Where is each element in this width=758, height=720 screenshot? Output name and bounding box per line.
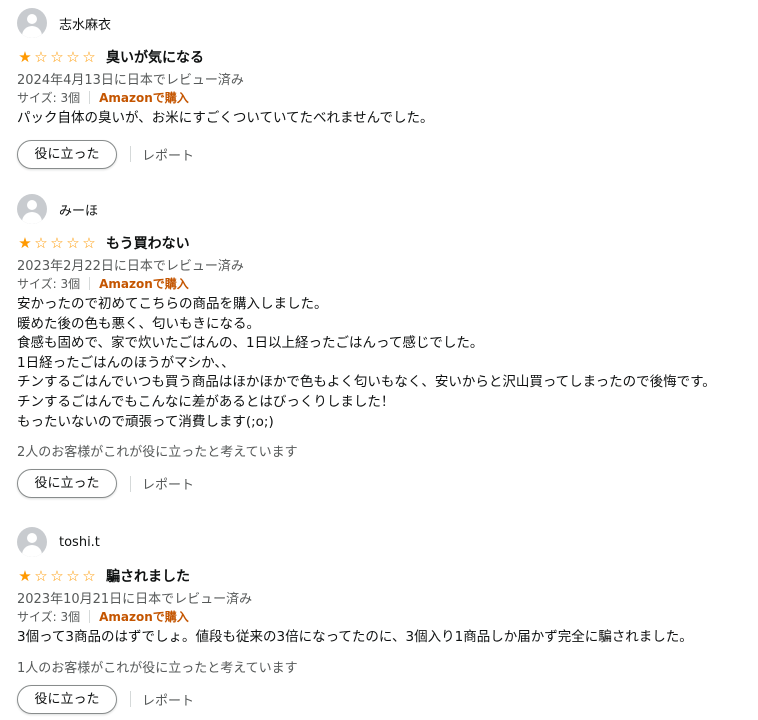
verified-purchase-badge: Amazonで購入 xyxy=(99,609,189,624)
report-link[interactable]: レポート xyxy=(142,474,194,493)
review-body-line: 3個って3商品のはずでしょ。値段も従来の3倍になってたのに、3個入り1商品しか届… xyxy=(17,629,693,645)
star-outline-icon: ☆ xyxy=(50,234,64,252)
review-body-line: チンするごはんでいつも買う商品はほかほかで色もよく匂いもなく、安いからと沢山買っ… xyxy=(17,374,716,391)
review-title[interactable]: もう買わない xyxy=(106,233,190,253)
star-filled-icon: ★ xyxy=(18,234,32,252)
review-body-line: 暖めた後の色も悪く、匂いもきになる。 xyxy=(17,315,260,332)
star-outline-icon: ☆ xyxy=(34,567,48,585)
helpful-button[interactable]: 役に立った xyxy=(17,139,117,169)
reviewer-name[interactable]: 志水麻衣 xyxy=(59,14,111,33)
review-body-line: 1日経ったごはんのほうがマシか、、 xyxy=(17,354,235,371)
divider xyxy=(89,276,91,290)
star-outline-icon: ☆ xyxy=(66,234,80,252)
star-rating[interactable]: ★ ☆ ☆ ☆ ☆ xyxy=(17,49,97,65)
reviewer-name[interactable]: みーほ xyxy=(59,200,98,219)
reviewer-name[interactable]: toshi.t xyxy=(59,535,100,550)
divider xyxy=(89,609,91,623)
review-body-line: 安かったので初めてこちらの商品を購入しました。 xyxy=(17,296,328,312)
divider xyxy=(130,475,131,492)
review-body: 3個って3商品のはずでしょ。値段も従来の3倍になってたのに、3個入り1商品しか届… xyxy=(17,628,747,648)
star-outline-icon: ☆ xyxy=(50,48,64,66)
star-outline-icon: ☆ xyxy=(66,567,80,585)
star-outline-icon: ☆ xyxy=(50,567,64,585)
default-avatar-icon xyxy=(17,527,47,557)
review-date: 2023年2月22日に日本でレビュー済み xyxy=(17,259,244,274)
star-filled-icon: ★ xyxy=(18,48,32,66)
star-outline-icon: ☆ xyxy=(34,234,48,252)
helpful-button[interactable]: 役に立った xyxy=(17,684,117,714)
review-body: 安かったので初めてこちらの商品を購入しました。 暖めた後の色も悪く、匂いもきになる… xyxy=(17,295,747,432)
reviewer-profile[interactable]: toshi.t xyxy=(17,526,747,558)
review-body: パック自体の臭いが、お米にすごくついていてたべれませんでした。 xyxy=(17,109,747,129)
star-outline-icon: ☆ xyxy=(66,48,80,66)
review: みーほ ★ ☆ ☆ ☆ ☆ もう買わない 2023年2月22日に日本でレビュー済み サイ… xyxy=(17,193,747,499)
helpful-count: 1人のお客様がこれが役に立ったと考えています xyxy=(17,660,298,676)
star-outline-icon: ☆ xyxy=(34,48,48,66)
divider xyxy=(130,691,131,708)
review: toshi.t ★ ☆ ☆ ☆ ☆ 騙されました 2023年10月21日に日本でレビュー… xyxy=(17,526,747,714)
star-outline-icon: ☆ xyxy=(82,234,96,252)
review-date: 2024年4月13日に日本でレビュー済み xyxy=(17,73,244,88)
helpful-count: 2人のお客様がこれが役に立ったと考えています xyxy=(17,445,298,461)
review-title[interactable]: 臭いが気になる xyxy=(106,47,204,67)
default-avatar-icon xyxy=(17,194,47,224)
divider xyxy=(89,90,91,104)
report-link[interactable]: レポート xyxy=(142,690,194,709)
helpful-button[interactable]: 役に立った xyxy=(17,469,117,499)
reviewer-profile[interactable]: 志水麻衣 xyxy=(17,7,747,39)
report-link[interactable]: レポート xyxy=(142,145,194,164)
reviewer-profile[interactable]: みーほ xyxy=(17,193,747,225)
divider xyxy=(130,146,131,163)
review-size: サイズ: 3個 xyxy=(17,609,81,624)
review: 志水麻衣 ★ ☆ ☆ ☆ ☆ 臭いが気になる 2024年4月13日に日本でレビュー済み … xyxy=(17,7,747,169)
verified-purchase-badge: Amazonで購入 xyxy=(99,90,189,105)
review-date: 2023年10月21日に日本でレビュー済み xyxy=(17,592,253,607)
review-size: サイズ: 3個 xyxy=(17,90,81,105)
review-body-line: チンするごはんでもこんなに差があるとはびっくりしました！ xyxy=(17,393,395,410)
star-rating[interactable]: ★ ☆ ☆ ☆ ☆ xyxy=(17,235,97,251)
review-body-line: 食感も固めで、家で炊いたごはんの、1日以上経ったごはんって感じでした。 xyxy=(17,335,484,352)
default-avatar-icon xyxy=(17,8,47,38)
review-title[interactable]: 騙されました xyxy=(106,566,190,586)
star-outline-icon: ☆ xyxy=(82,567,96,585)
star-rating[interactable]: ★ ☆ ☆ ☆ ☆ xyxy=(17,568,97,584)
review-body-line: パック自体の臭いが、お米にすごくついていてたべれませんでした。 xyxy=(17,110,434,126)
verified-purchase-badge: Amazonで購入 xyxy=(99,276,189,291)
star-outline-icon: ☆ xyxy=(82,48,96,66)
review-body-line: もったいないので頑張って消費します(;o;) xyxy=(17,413,274,430)
star-filled-icon: ★ xyxy=(18,567,32,585)
review-size: サイズ: 3個 xyxy=(17,276,81,291)
